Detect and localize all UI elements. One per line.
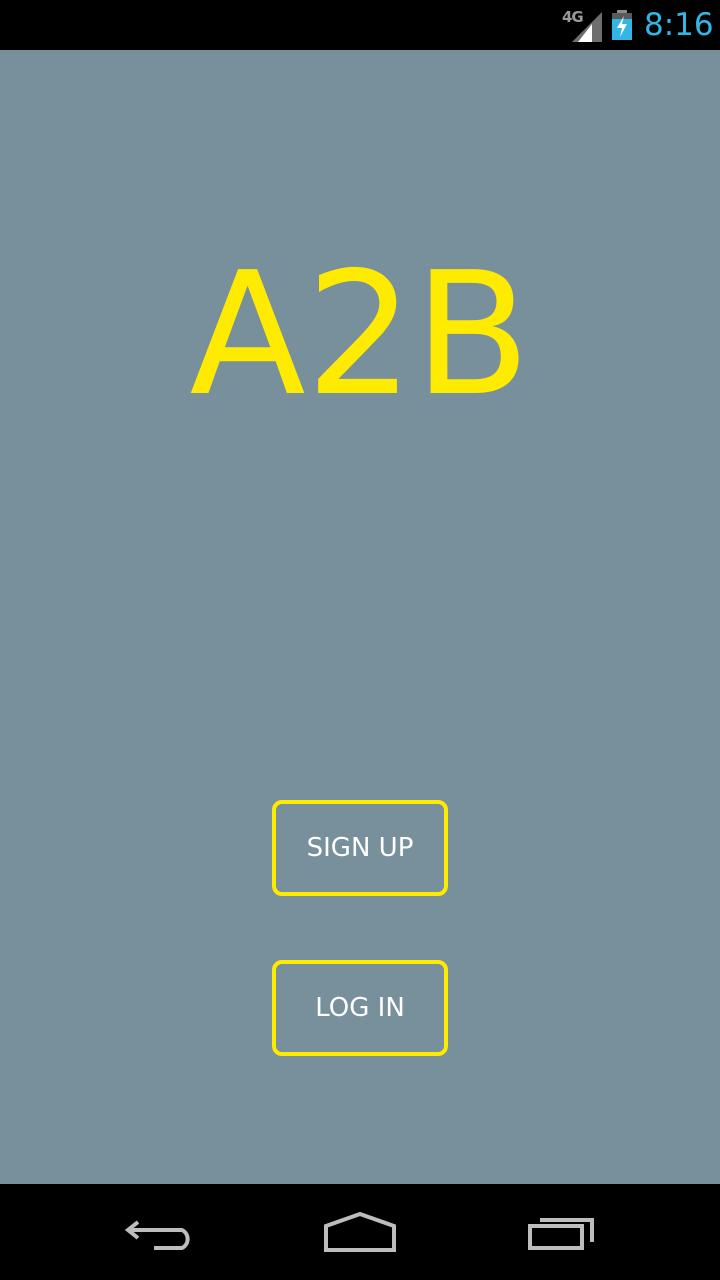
- back-icon: [124, 1220, 190, 1250]
- battery-charging-icon: [610, 10, 634, 40]
- navigation-bar: [0, 1184, 720, 1280]
- sign-up-button[interactable]: SIGN UP: [272, 800, 448, 896]
- network-status: 4G: [562, 8, 602, 42]
- home-icon: [324, 1212, 396, 1252]
- recents-icon: [528, 1218, 594, 1250]
- status-bar: 4G 8:16: [0, 0, 720, 50]
- log-in-button[interactable]: LOG IN: [272, 960, 448, 1056]
- back-button[interactable]: [110, 1204, 210, 1260]
- status-clock: 8:16: [644, 7, 714, 43]
- signal-icon: [572, 12, 602, 42]
- app-logo: A2B: [189, 236, 531, 434]
- main-screen: A2B SIGN UP LOG IN: [0, 50, 720, 1184]
- recents-button[interactable]: [512, 1204, 612, 1260]
- home-button[interactable]: [310, 1204, 410, 1260]
